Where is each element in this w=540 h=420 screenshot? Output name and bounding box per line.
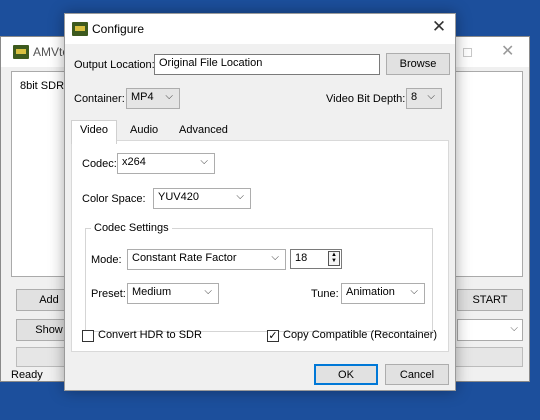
- chevron-down-icon: ⌵: [410, 286, 418, 297]
- stepper-arrows-icon[interactable]: ▲ ▼: [328, 251, 340, 266]
- start-button[interactable]: START: [457, 289, 523, 311]
- mode-label: Mode:: [91, 254, 122, 266]
- tune-label: Tune:: [311, 288, 339, 300]
- codec-label: Codec:: [82, 158, 117, 170]
- ok-button[interactable]: OK: [314, 364, 378, 385]
- crf-stepper[interactable]: 18 ▲ ▼: [290, 249, 342, 269]
- copy-compatible-label: Copy Compatible (Recontainer): [283, 329, 438, 341]
- app-logo-icon: [13, 45, 29, 59]
- bit-depth-value: 8: [411, 91, 418, 103]
- chevron-down-icon: ⌵: [271, 252, 279, 263]
- color-space-value: YUV420: [158, 191, 199, 203]
- close-icon[interactable]: ✕: [429, 17, 449, 37]
- codec-settings-group: [85, 228, 433, 332]
- container-select[interactable]: MP4 ⌵: [126, 88, 180, 109]
- preset-select[interactable]: Medium ⌵: [127, 283, 219, 304]
- tab-video[interactable]: Video: [71, 120, 117, 144]
- main-close-icon[interactable]: ✕: [501, 41, 514, 61]
- hdr-to-sdr-label: Convert HDR to SDR: [98, 329, 202, 341]
- container-label: Container:: [74, 93, 125, 105]
- tune-select[interactable]: Animation ⌵: [341, 283, 425, 304]
- container-value: MP4: [131, 91, 154, 103]
- preset-label: Preset:: [91, 288, 126, 300]
- crf-value: 18: [295, 252, 308, 264]
- color-space-label: Color Space:: [82, 193, 146, 205]
- configure-dialog: Configure ✕ Output Location: Original Fi…: [64, 13, 456, 391]
- chevron-down-icon: ⌵: [165, 91, 173, 102]
- dialog-title: Configure: [92, 22, 145, 36]
- chevron-down-icon: ⌵: [427, 91, 435, 102]
- mode-value: Constant Rate Factor: [132, 252, 237, 264]
- codec-settings-title: Codec Settings: [91, 222, 172, 234]
- color-space-select[interactable]: YUV420 ⌵: [153, 188, 251, 209]
- hdr-to-sdr-checkbox[interactable]: [82, 330, 94, 342]
- output-location-label: Output Location:: [74, 59, 155, 71]
- chevron-down-icon: ⌵: [236, 191, 244, 202]
- chevron-down-icon: ⌵: [204, 286, 212, 297]
- preset-value: Medium: [132, 286, 172, 298]
- mode-select[interactable]: Constant Rate Factor ⌵: [127, 249, 286, 270]
- checkmark-icon: ✓: [268, 330, 278, 342]
- chevron-down-icon: ⌵: [200, 156, 208, 167]
- codec-select[interactable]: x264 ⌵: [117, 153, 215, 174]
- bit-depth-label: Video Bit Depth:: [326, 93, 406, 105]
- profile-dropdown[interactable]: ⌵: [457, 319, 523, 341]
- output-location-input[interactable]: Original File Location: [154, 54, 380, 75]
- app-logo-icon: [72, 22, 88, 36]
- chevron-down-icon: ⌵: [510, 323, 518, 334]
- status-text: Ready: [11, 369, 43, 381]
- codec-value: x264: [122, 156, 146, 168]
- bit-depth-select[interactable]: 8 ⌵: [406, 88, 442, 109]
- browse-button[interactable]: Browse: [386, 53, 450, 75]
- copy-compatible-checkbox[interactable]: ✓: [267, 330, 279, 342]
- tune-value: Animation: [346, 286, 395, 298]
- cancel-button[interactable]: Cancel: [385, 364, 449, 385]
- maximize-icon[interactable]: [463, 48, 472, 57]
